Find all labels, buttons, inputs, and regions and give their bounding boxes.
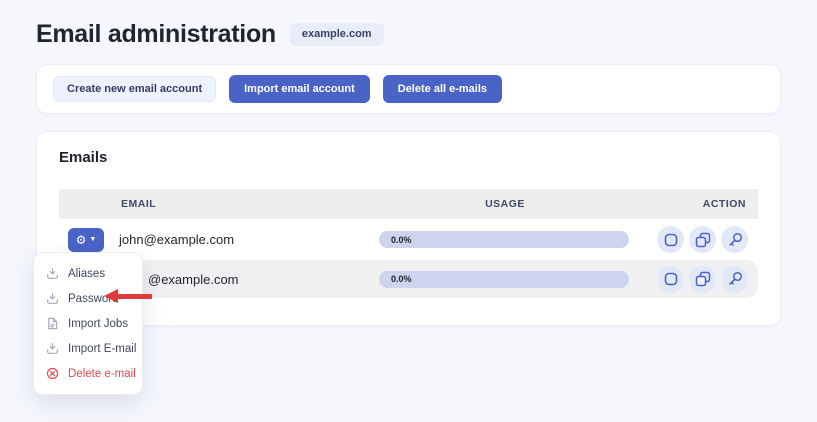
copy-action-button[interactable] [689,266,716,293]
table-header-row: EMAIL USAGE ACTION [59,189,758,219]
gear-icon: ⚙ [76,234,87,246]
menu-item-label: Delete e-mail [68,368,136,380]
email-address: @example.com [148,272,239,287]
usage-progress-bar: 0.0% [379,271,629,288]
table-row: ⚙ ▼ john@example.com 0.0% [59,219,758,260]
mailbox-action-button[interactable] [657,266,684,293]
menu-item-import-email[interactable]: Import E-mail [34,336,142,361]
page-title: Email administration [36,20,276,49]
key-icon [723,228,747,252]
key-action-button[interactable] [721,226,748,253]
settings-dropdown-menu: Aliases Password Import Jobs Import E-ma… [33,252,143,395]
key-action-button[interactable] [721,266,748,293]
key-icon [723,267,747,291]
email-address: john@example.com [119,232,234,247]
arrow-shaft [118,294,152,299]
download-tray-icon [46,267,59,280]
chevron-down-icon: ▼ [89,236,96,243]
copy-action-button[interactable] [689,226,716,253]
download-tray-icon [46,292,59,305]
menu-item-label: Import Jobs [68,318,128,330]
menu-item-label: Aliases [68,268,105,280]
usage-value: 0.0% [391,235,412,245]
column-header-email: EMAIL [59,198,379,210]
menu-item-delete-email[interactable]: Delete e-mail [34,361,142,386]
emails-card-title: Emails [59,149,758,167]
download-tray-icon [46,342,59,355]
menu-item-import-jobs[interactable]: Import Jobs [34,311,142,336]
menu-item-label: Import E-mail [68,343,136,355]
usage-value: 0.0% [391,274,412,284]
circle-x-icon [46,367,59,380]
table-row: @example.com 0.0% [59,260,758,298]
import-email-account-button[interactable]: Import email account [229,75,370,103]
copy-icon [691,228,715,252]
mailbox-square-icon [659,267,683,291]
copy-icon [691,267,715,291]
column-header-action: ACTION [631,198,758,210]
usage-progress-bar: 0.0% [379,231,629,248]
create-email-account-button[interactable]: Create new email account [53,76,216,102]
arrow-head [104,289,118,303]
domain-badge: example.com [290,23,384,46]
annotation-arrow [104,289,152,303]
column-header-usage: USAGE [379,198,631,210]
page-header: Email administration example.com [36,18,781,50]
toolbar: Create new email account Import email ac… [36,64,781,114]
mailbox-square-icon [659,228,683,252]
delete-all-emails-button[interactable]: Delete all e-mails [383,75,502,103]
menu-item-aliases[interactable]: Aliases [34,261,142,286]
mailbox-action-button[interactable] [657,226,684,253]
row-settings-dropdown-button[interactable]: ⚙ ▼ [68,228,104,252]
file-icon [46,317,59,330]
